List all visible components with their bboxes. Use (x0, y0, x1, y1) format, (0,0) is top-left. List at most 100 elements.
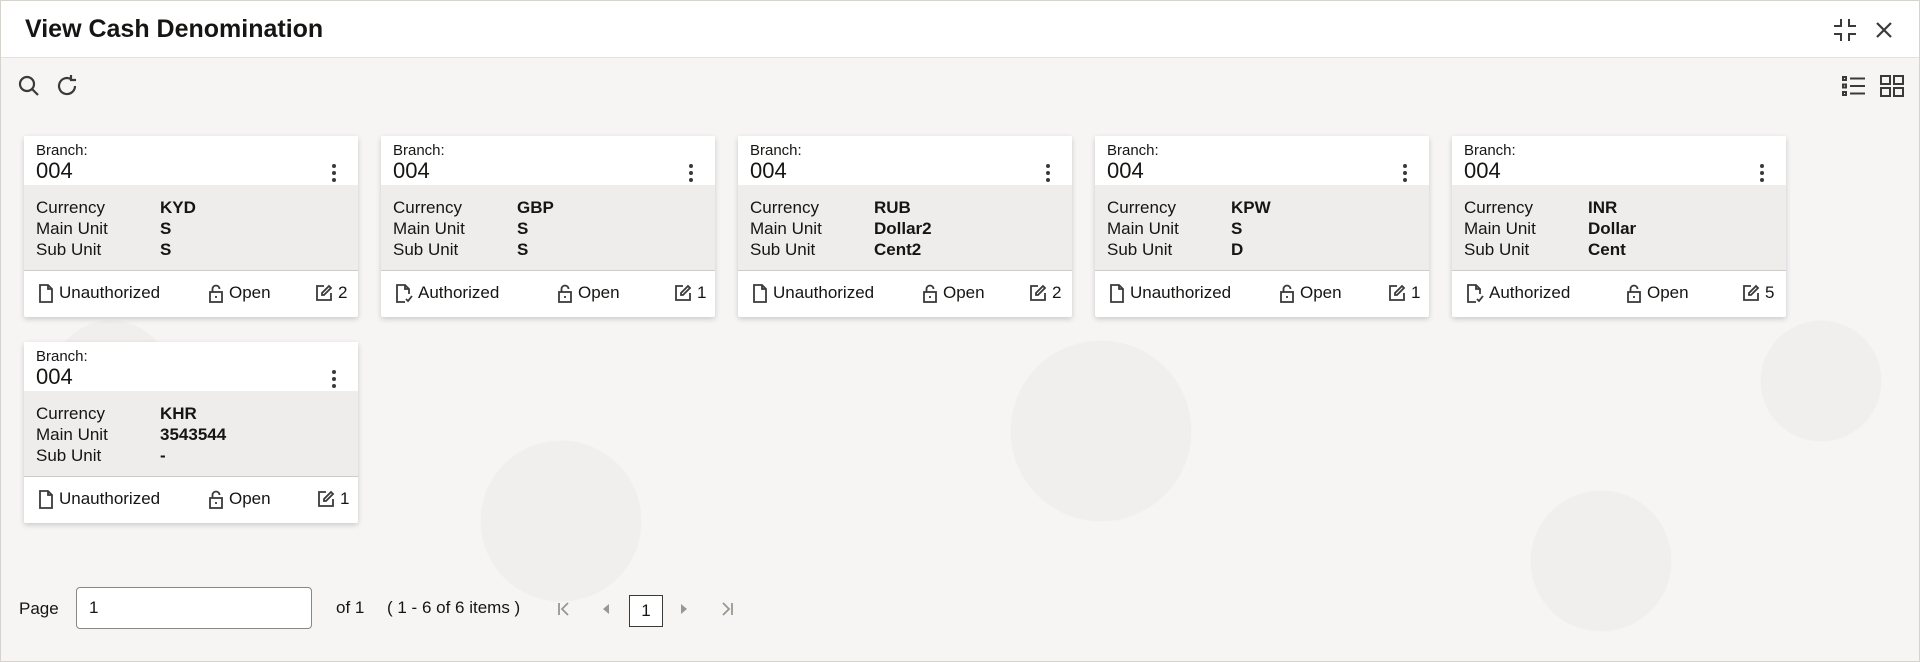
branch-label: Branch: (36, 142, 88, 159)
branch-label: Branch: (1464, 142, 1516, 159)
denomination-card[interactable]: Branch: 004 Currency GBP Main Unit S Sub U… (381, 136, 715, 317)
authorization-status-label: Unauthorized (1130, 283, 1232, 302)
card-footer: Unauthorized Open 2 (738, 271, 1072, 317)
authorization-status-label: Authorized (1489, 283, 1571, 302)
branch-value: 004 (1464, 158, 1501, 183)
record-status[interactable]: Open (208, 489, 271, 509)
currency-row: Currency KYD (36, 198, 196, 219)
currency-row: Currency KHR (36, 404, 197, 425)
sub-unit-label: Sub Unit (1464, 240, 1530, 259)
page-number-input[interactable] (76, 587, 312, 629)
modification-count[interactable]: 1 (317, 489, 349, 509)
currency-value: INR (1588, 198, 1618, 217)
unauthorized-doc-icon (39, 283, 53, 303)
record-status[interactable]: Open (922, 283, 985, 303)
sub-unit-label: Sub Unit (36, 240, 102, 259)
main-unit-label: Main Unit (36, 219, 108, 238)
card-details: Currency KPW Main Unit S Sub Unit D (1095, 185, 1429, 271)
record-status[interactable]: Open (1626, 283, 1689, 303)
compress-icon[interactable] (1830, 15, 1860, 45)
authorization-status-label: Unauthorized (773, 283, 875, 302)
sub-unit-value: - (160, 446, 166, 465)
denomination-card[interactable]: Branch: 004 Currency KHR Main Unit 3543544… (24, 342, 358, 523)
main-unit-value: 3543544 (160, 425, 227, 444)
authorized-doc-icon (1467, 283, 1484, 303)
record-status[interactable]: Open (1279, 283, 1342, 303)
sub-unit-value: Cent (1588, 240, 1626, 259)
modification-count-value: 5 (1765, 283, 1775, 302)
sub-unit-value: S (160, 240, 172, 259)
modification-count[interactable]: 2 (315, 283, 347, 303)
main-unit-row: Main Unit Dollar (1464, 219, 1636, 240)
unlock-icon (923, 284, 937, 303)
edit-icon (1743, 284, 1760, 301)
more-actions-icon[interactable] (330, 164, 338, 182)
branch-label: Branch: (393, 142, 445, 159)
more-actions-icon[interactable] (1044, 164, 1052, 182)
next-page-icon[interactable] (673, 597, 695, 621)
unlock-icon (209, 490, 223, 509)
record-status[interactable]: Open (557, 283, 620, 303)
sub-unit-row: Sub Unit S (36, 240, 171, 261)
sub-unit-row: Sub Unit D (1107, 240, 1243, 261)
modification-count-value: 2 (1052, 283, 1062, 302)
close-icon[interactable] (1869, 15, 1899, 45)
modification-count[interactable]: 1 (674, 283, 706, 303)
card-details: Currency INR Main Unit Dollar Sub Unit Cent (1452, 185, 1786, 271)
sub-unit-row: Sub Unit S (393, 240, 528, 261)
currency-value: KHR (160, 404, 197, 423)
edit-icon (1389, 284, 1406, 301)
denomination-card[interactable]: Branch: 004 Currency RUB Main Unit Dollar2… (738, 136, 1072, 317)
record-status-label: Open (229, 489, 271, 508)
unlock-icon (209, 284, 223, 303)
currency-row: Currency INR (1464, 198, 1617, 219)
authorization-status[interactable]: Unauthorized (38, 489, 160, 509)
denomination-card[interactable]: Branch: 004 Currency KPW Main Unit S Sub U… (1095, 136, 1429, 317)
card-footer: Authorized Open 5 (1452, 271, 1786, 317)
card-footer: Unauthorized Open 1 (24, 477, 358, 523)
main-unit-value: Dollar (1588, 219, 1637, 238)
authorization-status[interactable]: Unauthorized (1109, 283, 1231, 303)
card-header: Branch: 004 (1095, 136, 1429, 185)
more-actions-icon[interactable] (330, 370, 338, 388)
card-details: Currency KYD Main Unit S Sub Unit S (24, 185, 358, 271)
grid-view-icon[interactable] (1877, 71, 1907, 101)
last-page-icon[interactable] (716, 597, 738, 621)
sub-unit-label: Sub Unit (750, 240, 816, 259)
list-view-icon[interactable] (1839, 71, 1869, 101)
page-label: Page (19, 599, 59, 618)
authorization-status[interactable]: Authorized (1466, 283, 1570, 303)
main-unit-row: Main Unit Dollar2 (750, 219, 932, 240)
modification-count[interactable]: 2 (1029, 283, 1061, 303)
current-page-button[interactable]: 1 (629, 595, 663, 627)
main-unit-row: Main Unit S (393, 219, 528, 240)
authorization-status[interactable]: Unauthorized (752, 283, 874, 303)
more-actions-icon[interactable] (687, 164, 695, 182)
denomination-card[interactable]: Branch: 004 Currency INR Main Unit Dollar … (1452, 136, 1786, 317)
record-status[interactable]: Open (208, 283, 271, 303)
main-unit-label: Main Unit (750, 219, 822, 238)
card-header: Branch: 004 (381, 136, 715, 185)
modification-count-value: 1 (1411, 283, 1421, 302)
denomination-card[interactable]: Branch: 004 Currency KYD Main Unit S Sub U… (24, 136, 358, 317)
branch-label: Branch: (36, 348, 88, 365)
modification-count[interactable]: 1 (1388, 283, 1420, 303)
modification-count[interactable]: 5 (1742, 283, 1774, 303)
currency-value: KYD (160, 198, 196, 217)
first-page-icon[interactable] (553, 597, 575, 621)
main-unit-row: Main Unit 3543544 (36, 425, 226, 446)
search-icon[interactable] (14, 71, 44, 101)
branch-value: 004 (393, 158, 430, 183)
authorization-status[interactable]: Unauthorized (38, 283, 160, 303)
more-actions-icon[interactable] (1758, 164, 1766, 182)
more-actions-icon[interactable] (1401, 164, 1409, 182)
sub-unit-value: D (1231, 240, 1244, 259)
authorized-doc-icon (396, 283, 413, 303)
authorization-status[interactable]: Authorized (395, 283, 499, 303)
authorization-status-label: Unauthorized (59, 489, 161, 508)
main-unit-label: Main Unit (393, 219, 465, 238)
main-unit-label: Main Unit (36, 425, 108, 444)
previous-page-icon[interactable] (595, 597, 617, 621)
refresh-icon[interactable] (52, 71, 82, 101)
currency-label: Currency (36, 404, 105, 423)
